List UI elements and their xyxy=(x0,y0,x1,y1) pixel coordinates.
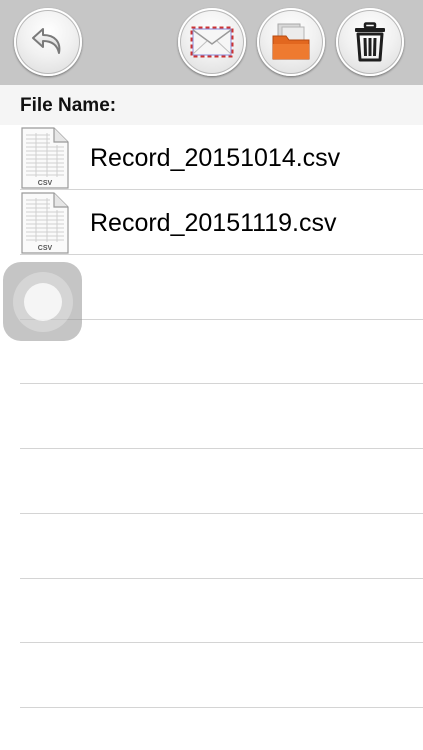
file-name-header: File Name: xyxy=(20,95,117,116)
folder-icon xyxy=(272,23,310,60)
file-name: Record_20151119.csv xyxy=(90,209,337,237)
empty-row xyxy=(0,578,423,643)
row-separator xyxy=(20,707,423,708)
assistive-touch-button[interactable] xyxy=(3,262,82,341)
envelope-icon xyxy=(190,26,234,58)
email-button[interactable] xyxy=(178,8,246,76)
back-arrow-icon xyxy=(32,28,61,54)
csv-icon-label: CSV xyxy=(38,180,53,187)
file-name: Record_20151014.csv xyxy=(90,144,341,172)
delete-button[interactable] xyxy=(336,8,404,76)
assistive-touch-ring xyxy=(12,271,73,332)
open-in-button[interactable] xyxy=(257,8,325,76)
csv-icon-label: CSV xyxy=(38,245,53,252)
empty-row xyxy=(0,384,423,449)
trash-icon xyxy=(355,22,385,62)
empty-row xyxy=(0,514,423,579)
empty-row xyxy=(0,449,423,514)
back-button[interactable] xyxy=(14,8,82,76)
empty-row xyxy=(0,643,423,708)
file-list: CSV Record_20151014.csv CSV Record_20151… xyxy=(0,125,423,750)
toolbar xyxy=(0,0,423,85)
file-row[interactable]: CSV Record_20151014.csv xyxy=(0,125,423,190)
csv-file-icon: CSV xyxy=(21,127,69,189)
assistive-touch-icon xyxy=(23,282,62,321)
column-header: File Name: xyxy=(0,85,423,125)
file-browser-screen: File Name: CSV Record_20151014.csv CSV R… xyxy=(0,0,423,750)
csv-file-icon: CSV xyxy=(21,192,69,254)
file-row[interactable]: CSV Record_20151119.csv xyxy=(0,190,423,255)
